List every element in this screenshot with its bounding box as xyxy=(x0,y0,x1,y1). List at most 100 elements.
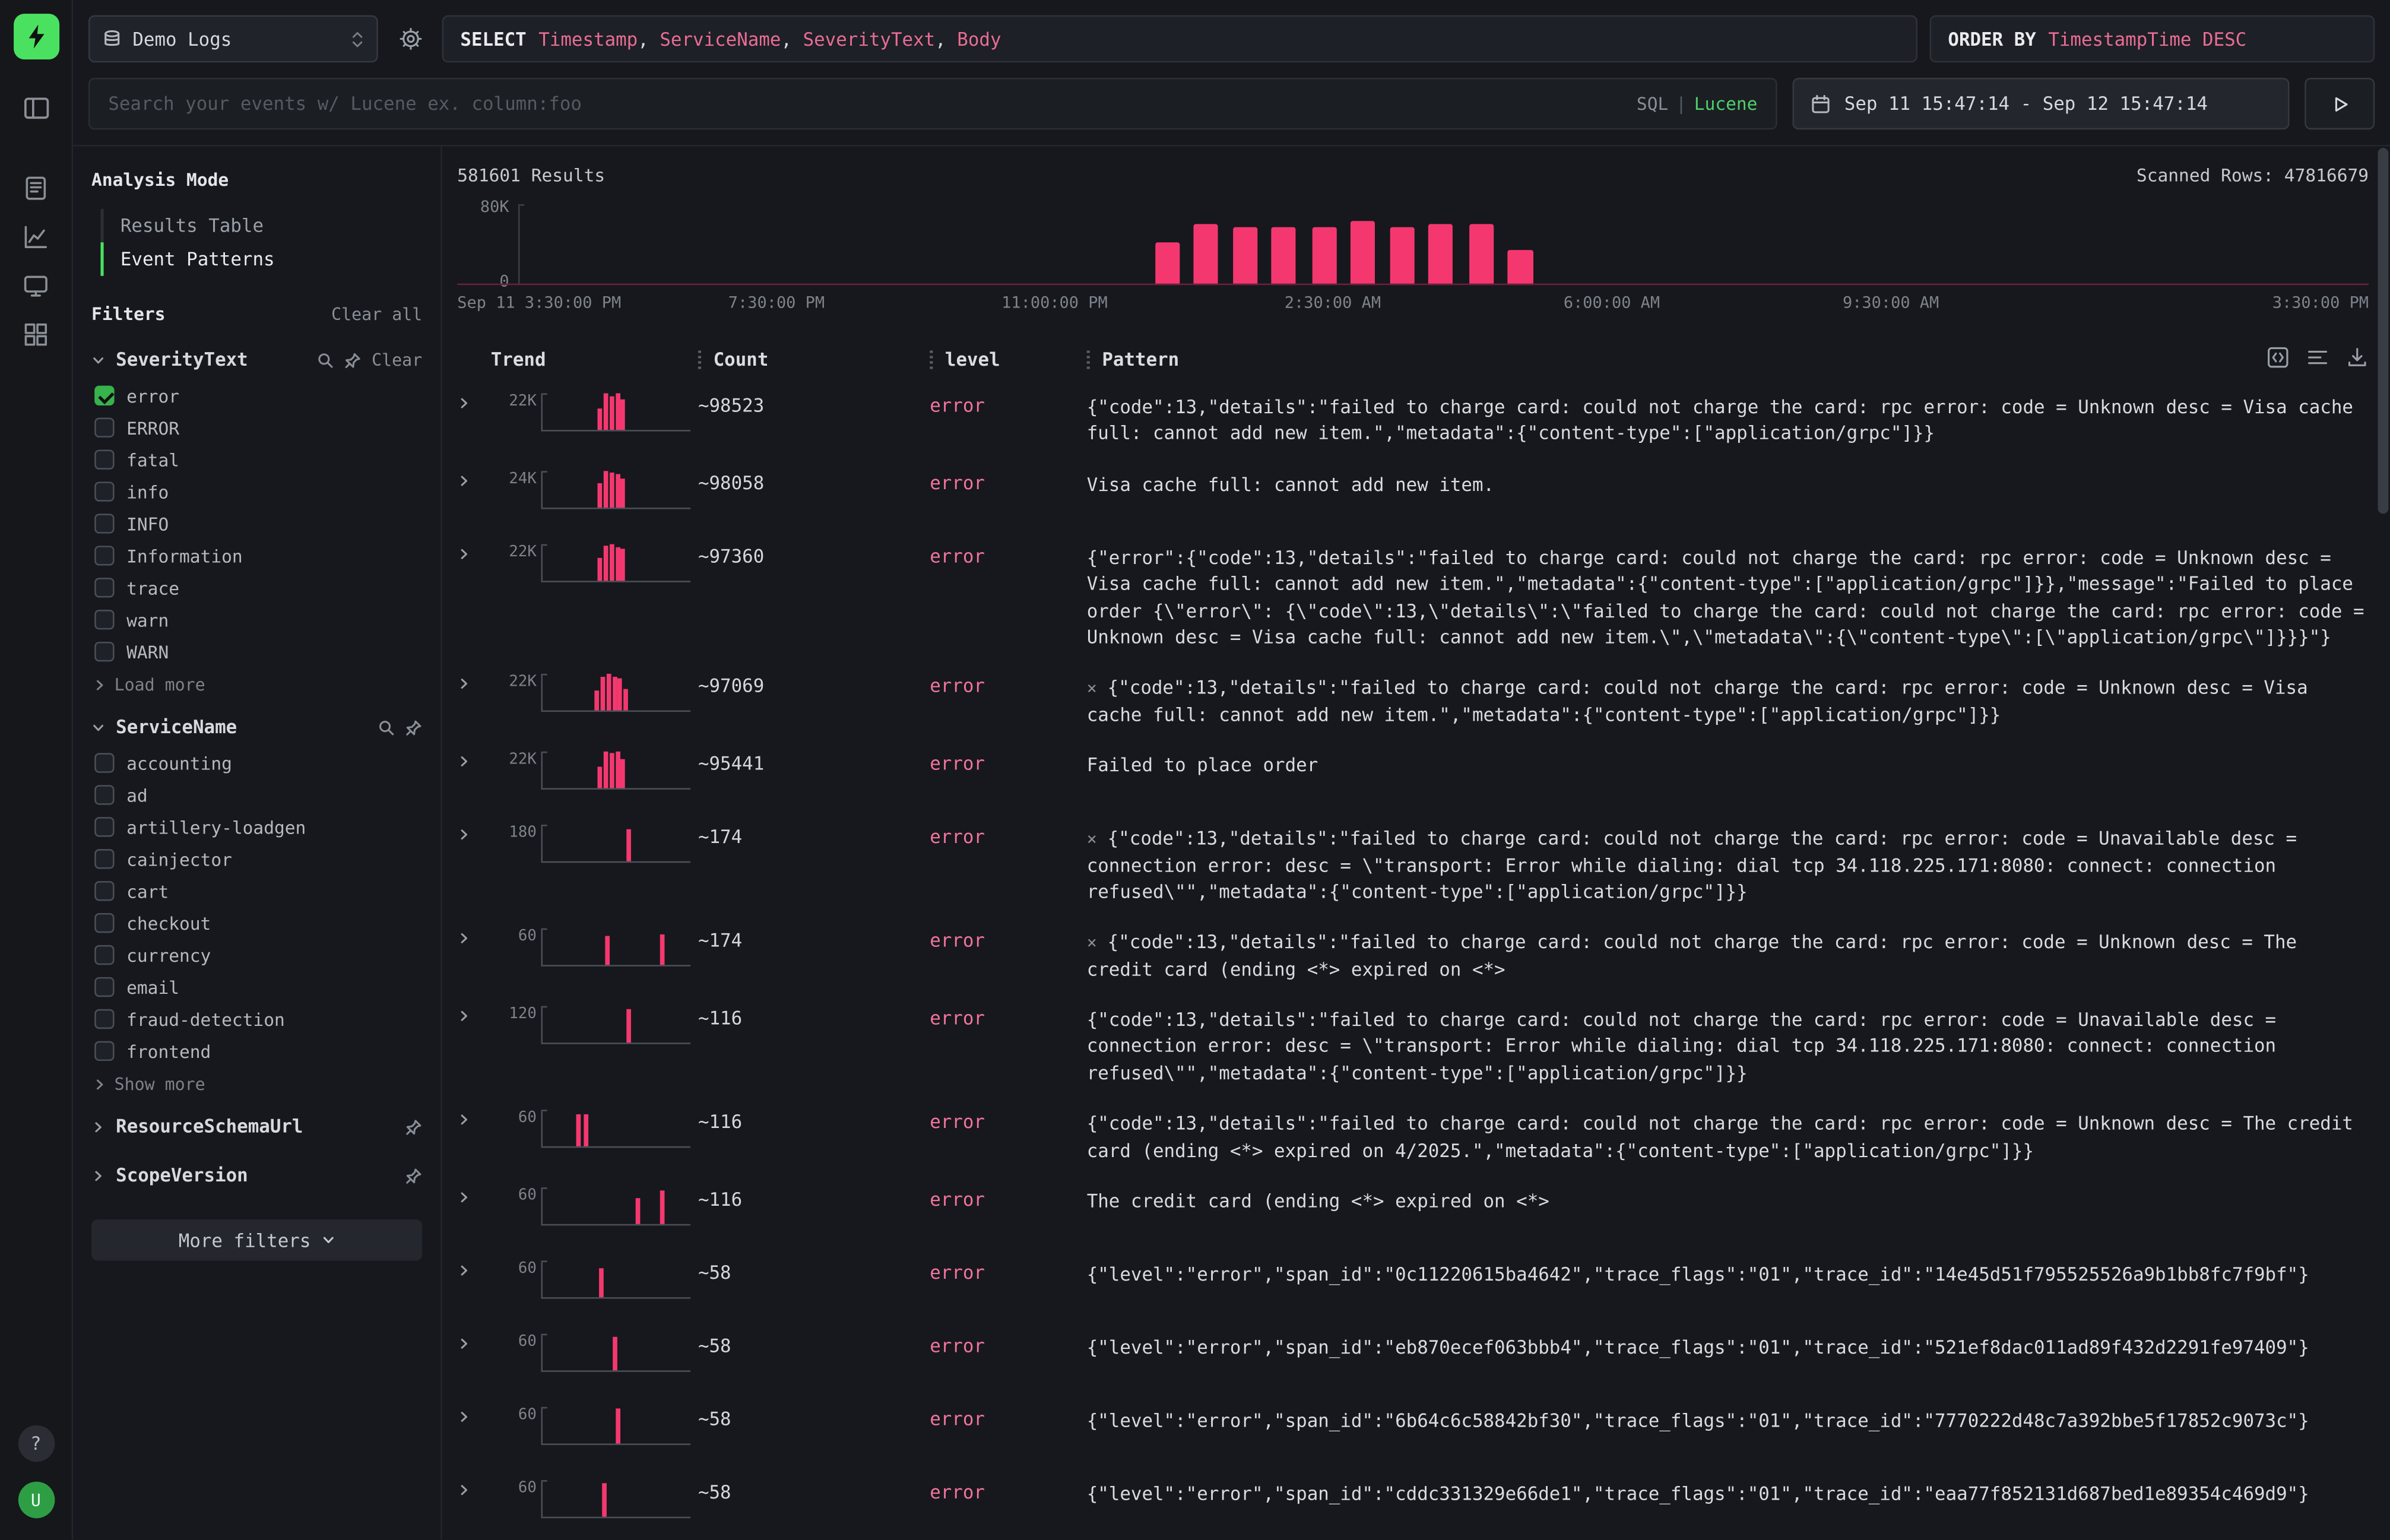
pattern-row[interactable]: 120~116error{"code":13,"details":"failed… xyxy=(457,994,2369,1098)
filter-group-header[interactable]: ServiceName xyxy=(91,707,422,747)
nav-chart-explorer[interactable] xyxy=(19,220,52,253)
filter-group-header[interactable]: SeverityTextClear xyxy=(91,340,422,380)
histogram-bar[interactable] xyxy=(1155,243,1179,285)
checkbox[interactable] xyxy=(94,785,114,804)
expand-chevron-icon[interactable] xyxy=(457,392,490,410)
facet-option-email[interactable]: email xyxy=(91,971,422,1003)
filter-group-header[interactable]: ScopeVersion xyxy=(91,1155,422,1195)
expand-chevron-icon[interactable] xyxy=(457,673,490,691)
facet-option-frontend[interactable]: frontend xyxy=(91,1035,422,1067)
facet-option-information[interactable]: Information xyxy=(91,540,422,572)
user-avatar[interactable]: U xyxy=(18,1482,55,1519)
checkbox[interactable] xyxy=(94,578,114,597)
histogram-bar[interactable] xyxy=(1351,221,1375,285)
help-button[interactable]: ? xyxy=(18,1425,55,1462)
expand-chevron-icon[interactable] xyxy=(457,469,490,487)
checkbox[interactable] xyxy=(94,610,114,629)
analysis-mode-results-table[interactable]: Results Table xyxy=(100,209,422,242)
facet-option-checkout[interactable]: checkout xyxy=(91,907,422,939)
expand-chevron-icon[interactable] xyxy=(457,1186,490,1205)
column-trend[interactable]: Trend xyxy=(491,349,546,370)
search-bar[interactable]: SQL|Lucene xyxy=(88,78,1777,129)
checkbox[interactable] xyxy=(94,977,114,997)
pattern-row[interactable]: 60~116error{"code":13,"details":"failed … xyxy=(457,1098,2369,1175)
column-pattern[interactable]: Pattern xyxy=(1102,349,1179,370)
histogram-bar[interactable] xyxy=(1312,226,1336,285)
checkbox[interactable] xyxy=(94,1041,114,1061)
checkbox[interactable] xyxy=(94,514,114,533)
expand-chevron-icon[interactable] xyxy=(457,1005,490,1023)
facet-option-fatal[interactable]: fatal xyxy=(91,443,422,476)
checkbox[interactable] xyxy=(94,481,114,501)
dismiss-icon[interactable]: × xyxy=(1087,933,1097,953)
facet-option-warn[interactable]: warn xyxy=(91,604,422,636)
date-range-picker[interactable]: Sep 11 15:47:14 - Sep 12 15:47:14 xyxy=(1792,78,2289,129)
pin-icon[interactable] xyxy=(405,719,422,736)
facet-option-trace[interactable]: trace xyxy=(91,572,422,604)
pattern-row[interactable]: 22K~97360error{"error":{"code":13,"detai… xyxy=(457,532,2369,663)
expand-chevron-icon[interactable] xyxy=(457,1259,490,1278)
facet-option-cainjector[interactable]: cainjector xyxy=(91,843,422,875)
row-density-icon[interactable] xyxy=(2306,346,2329,369)
checkbox[interactable] xyxy=(94,881,114,901)
checkbox[interactable] xyxy=(94,913,114,933)
pattern-row[interactable]: 60~58error{"level":"error","span_id":"0c… xyxy=(457,1249,2369,1322)
facet-option-accounting[interactable]: accounting xyxy=(91,747,422,779)
order-by-input[interactable]: ORDER BY TimestampTime DESC xyxy=(1930,15,2375,63)
dismiss-icon[interactable]: × xyxy=(1087,679,1097,698)
facet-option-artillery-loadgen[interactable]: artillery-loadgen xyxy=(91,811,422,843)
checkbox[interactable] xyxy=(94,546,114,565)
more-filters-button[interactable]: More filters xyxy=(91,1219,422,1260)
load-more-button[interactable]: Load more xyxy=(91,668,422,698)
histogram-bar[interactable] xyxy=(1390,226,1414,285)
facet-option-error[interactable]: error xyxy=(91,379,422,411)
facet-option-fraud-detection[interactable]: fraud-detection xyxy=(91,1003,422,1035)
checkbox[interactable] xyxy=(94,418,114,438)
scrollbar[interactable] xyxy=(2378,146,2388,1539)
pin-icon[interactable] xyxy=(344,351,361,368)
facet-option-info[interactable]: INFO xyxy=(91,508,422,540)
clear-all-filters-button[interactable]: Clear all xyxy=(331,304,422,324)
filter-group-header[interactable]: ResourceSchemaUrl xyxy=(91,1107,422,1146)
expand-chevron-icon[interactable] xyxy=(457,1479,490,1497)
column-level[interactable]: level xyxy=(945,349,1000,370)
code-view-icon[interactable] xyxy=(2267,346,2290,369)
expand-chevron-icon[interactable] xyxy=(457,543,490,561)
search-icon[interactable] xyxy=(317,351,334,368)
expand-chevron-icon[interactable] xyxy=(457,750,490,769)
nav-search-logs[interactable] xyxy=(19,171,52,204)
histogram-bar[interactable] xyxy=(1232,226,1257,285)
histogram-bar[interactable] xyxy=(1469,224,1494,285)
facet-option-cart[interactable]: cart xyxy=(91,875,422,907)
expand-chevron-icon[interactable] xyxy=(457,1332,490,1351)
histogram-bar[interactable] xyxy=(1508,251,1533,285)
pattern-row[interactable]: 22K~98523error{"code":13,"details":"fail… xyxy=(457,381,2369,458)
pattern-row[interactable]: 60~116errorThe credit card (ending <*> e… xyxy=(457,1175,2369,1249)
histogram-bar[interactable] xyxy=(1429,224,1453,285)
checkbox[interactable] xyxy=(94,1009,114,1029)
expand-chevron-icon[interactable] xyxy=(457,927,490,946)
pattern-row[interactable]: 60~58error{"level":"error","span_id":"cd… xyxy=(457,1468,2369,1540)
pattern-row[interactable]: 60~174error×{"code":13,"details":"failed… xyxy=(457,917,2369,994)
clear-facet-button[interactable]: Clear xyxy=(372,350,422,369)
pattern-row[interactable]: 60~58error{"level":"error","span_id":"6b… xyxy=(457,1395,2369,1468)
column-count[interactable]: Count xyxy=(714,349,769,370)
app-logo[interactable] xyxy=(13,14,59,59)
facet-option-currency[interactable]: currency xyxy=(91,939,422,971)
select-clause-input[interactable]: SELECT Timestamp, ServiceName, SeverityT… xyxy=(442,15,1917,63)
dismiss-icon[interactable]: × xyxy=(1087,829,1097,849)
pattern-row[interactable]: 22K~95441errorFailed to place order xyxy=(457,740,2369,813)
pin-icon[interactable] xyxy=(405,1167,422,1183)
run-query-button[interactable] xyxy=(2305,78,2375,129)
checkbox[interactable] xyxy=(94,386,114,405)
facet-option-ad[interactable]: ad xyxy=(91,779,422,811)
nav-sessions[interactable] xyxy=(19,268,52,302)
histogram-bar[interactable] xyxy=(1272,226,1296,285)
sidebar-toggle-button[interactable] xyxy=(19,91,52,125)
expand-chevron-icon[interactable] xyxy=(457,1405,490,1424)
pattern-row[interactable]: 60~58error{"level":"error","span_id":"eb… xyxy=(457,1322,2369,1395)
pattern-row[interactable]: 24K~98058errorVisa cache full: cannot ad… xyxy=(457,458,2369,531)
checkbox[interactable] xyxy=(94,753,114,772)
histogram-bar[interactable] xyxy=(1194,224,1218,285)
search-icon[interactable] xyxy=(378,719,395,736)
